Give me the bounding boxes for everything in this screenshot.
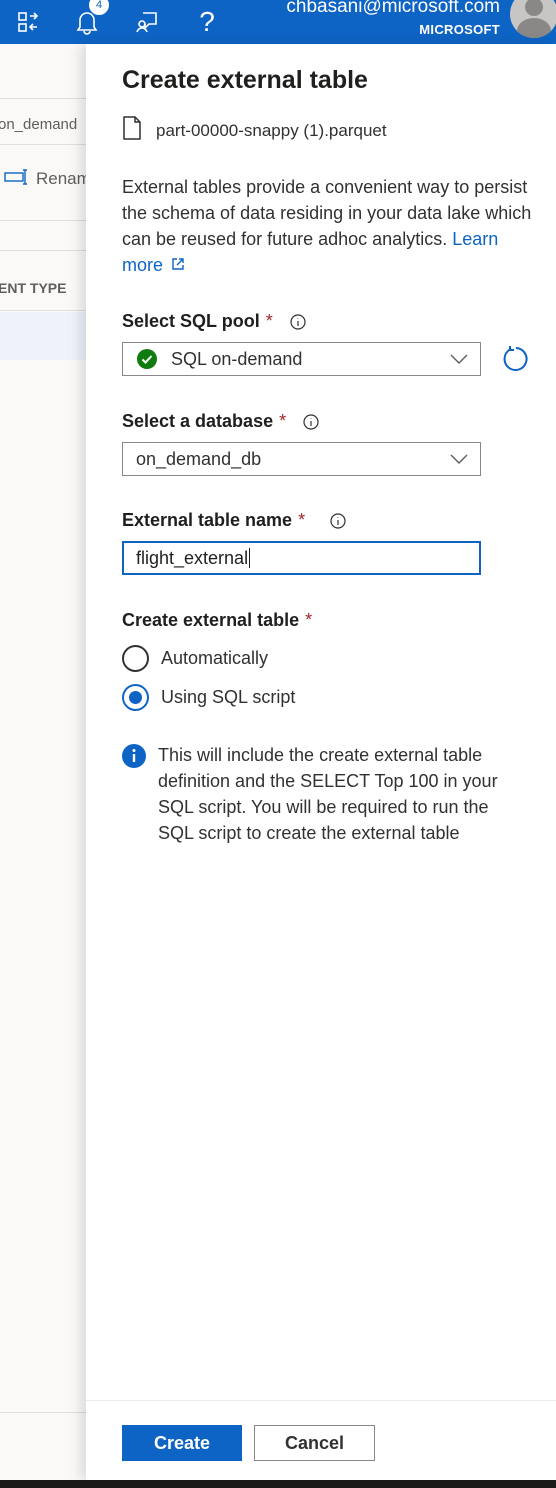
radio-button[interactable] (122, 645, 149, 672)
top-bar: 4 ? chbasani@microsoft.com MICROSOFT (0, 0, 556, 44)
info-icon[interactable] (289, 313, 307, 331)
create-method-label: Create external table * (122, 610, 313, 630)
user-email[interactable]: chbasani@microsoft.com (286, 0, 500, 18)
user-org: MICROSOFT (419, 22, 500, 37)
background-rename-command: Renam (4, 168, 86, 190)
panel-title: Create external table (122, 66, 368, 94)
cancel-button[interactable]: Cancel (254, 1425, 375, 1461)
file-info: part-00000-snappy (1).parquet (122, 116, 387, 145)
background-selected-row (0, 312, 86, 360)
info-note: This will include the create external ta… (122, 742, 532, 846)
radio-automatically[interactable]: Automatically (122, 645, 268, 672)
background-column-header: ENT TYPE (0, 280, 67, 296)
info-icon[interactable] (302, 413, 320, 431)
info-filled-icon (122, 744, 146, 846)
external-link-icon (172, 258, 184, 270)
rename-icon (4, 168, 30, 190)
file-icon (122, 116, 142, 145)
feedback-icon[interactable] (132, 0, 162, 44)
taskbar-edge (0, 1480, 556, 1488)
avatar[interactable] (510, 0, 556, 38)
background-page: on_demand Renam ENT TYPE (0, 44, 86, 1488)
refresh-icon[interactable] (502, 345, 530, 378)
help-icon[interactable]: ? (194, 0, 220, 44)
database-label: Select a database * (122, 411, 320, 432)
sql-pool-label: Select SQL pool * (122, 311, 307, 332)
chevron-down-icon (450, 452, 468, 470)
chevron-down-icon (450, 352, 468, 370)
table-name-label: External table name * (122, 510, 347, 531)
background-breadcrumb: on_demand (0, 116, 78, 133)
database-dropdown[interactable]: on_demand_db (122, 442, 481, 476)
status-check-icon (137, 349, 157, 369)
create-button[interactable]: Create (122, 1425, 242, 1461)
description: External tables provide a convenient way… (122, 177, 532, 275)
create-external-table-panel: Create external table part-00000-snappy … (86, 44, 556, 1480)
sql-pool-value: SQL on-demand (171, 348, 303, 369)
sql-pool-dropdown[interactable]: SQL on-demand (122, 342, 481, 376)
notification-count-badge: 4 (88, 0, 110, 16)
text-caret (249, 548, 251, 568)
directory-switch-icon[interactable] (12, 0, 44, 44)
file-name: part-00000-snappy (1).parquet (156, 120, 387, 140)
info-icon[interactable] (329, 512, 347, 530)
table-name-input[interactable]: flight_external (122, 541, 481, 575)
radio-button-selected[interactable] (122, 684, 149, 711)
radio-using-sql-script[interactable]: Using SQL script (122, 684, 295, 711)
footer-divider (86, 1400, 556, 1401)
database-value: on_demand_db (136, 448, 262, 469)
